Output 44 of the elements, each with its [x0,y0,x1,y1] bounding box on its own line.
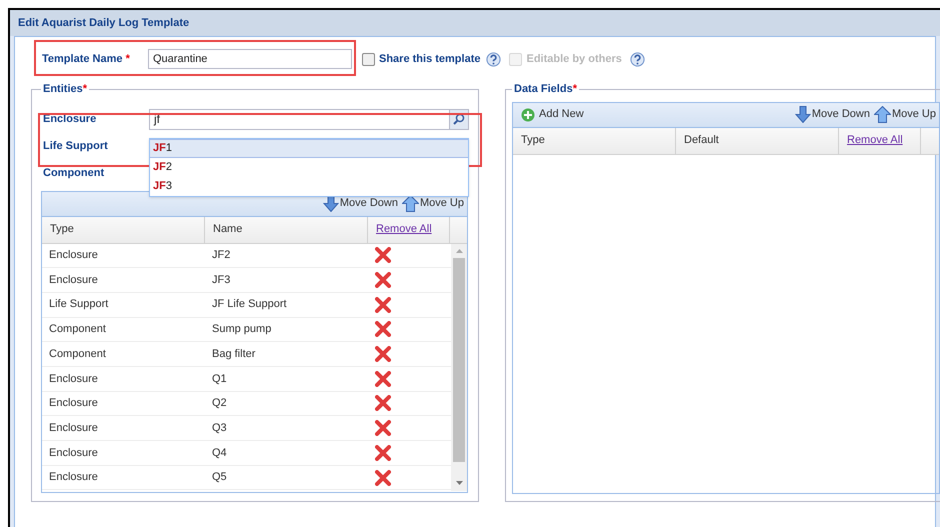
type-cell-text: Component [48,322,107,338]
name-cell-text: Q1 [211,372,228,387]
remove-all-link[interactable]: Remove All [376,221,432,238]
suggestion-item[interactable]: JF2 [150,158,468,176]
type-cell-text: Enclosure [48,396,99,412]
type-cell-text: Life Support [48,297,110,312]
template-name-field[interactable]: Quarantine [148,49,352,69]
remove-all-link[interactable]: Remove All [847,132,903,149]
lookup-label: Component [42,166,106,181]
name-cell-text: Q2 [211,396,228,412]
name-cell-text: Sump pump [211,322,272,338]
name-cell-text: JF2 [211,248,232,264]
move-down-button[interactable]: Move Down [322,195,398,212]
column-header[interactable]: Type [42,216,205,242]
lookup-label: Enclosure [42,112,98,127]
add-new-button[interactable]: Add New [521,106,584,123]
name-cell-text: JF Life Support [211,297,288,312]
type-cell-text: Enclosure [48,272,99,288]
column-header[interactable]: Type [513,128,676,154]
editable-by-others-label: Editable by others [526,52,622,67]
name-cell-text: Q5 [211,470,228,486]
type-cell-text: Enclosure [48,446,99,461]
type-cell-text: Component [48,346,107,362]
move-up-button[interactable]: Move Up [874,106,936,123]
data-fields-legend: Data Fields* [512,81,579,98]
name-cell-text: Q3 [211,420,228,436]
column-header[interactable]: Default [676,128,839,154]
column-header[interactable]: Name [205,216,368,242]
name-cell-text: Bag filter [211,346,256,362]
move-up-button[interactable]: Move Up [402,195,464,212]
suggestion-item[interactable]: JF3 [150,176,468,196]
entities-legend: Entities* [41,81,90,98]
type-cell-text: Enclosure [48,470,99,486]
name-cell-text: JF3 [211,272,232,288]
share-template-label: Share this template [379,52,480,67]
type-cell-text: Enclosure [48,372,99,387]
window-title: Edit Aquarist Daily Log Template [10,10,940,36]
type-cell-text: Enclosure [48,248,99,264]
name-cell-text: Q4 [211,446,228,461]
type-cell-text: Enclosure [48,420,99,436]
template-name-label: Template Name * [42,52,131,67]
move-down-button[interactable]: Move Down [794,106,870,123]
lookup-label: Life Support [42,138,109,154]
suggestion-item[interactable]: JF1 [150,138,468,158]
